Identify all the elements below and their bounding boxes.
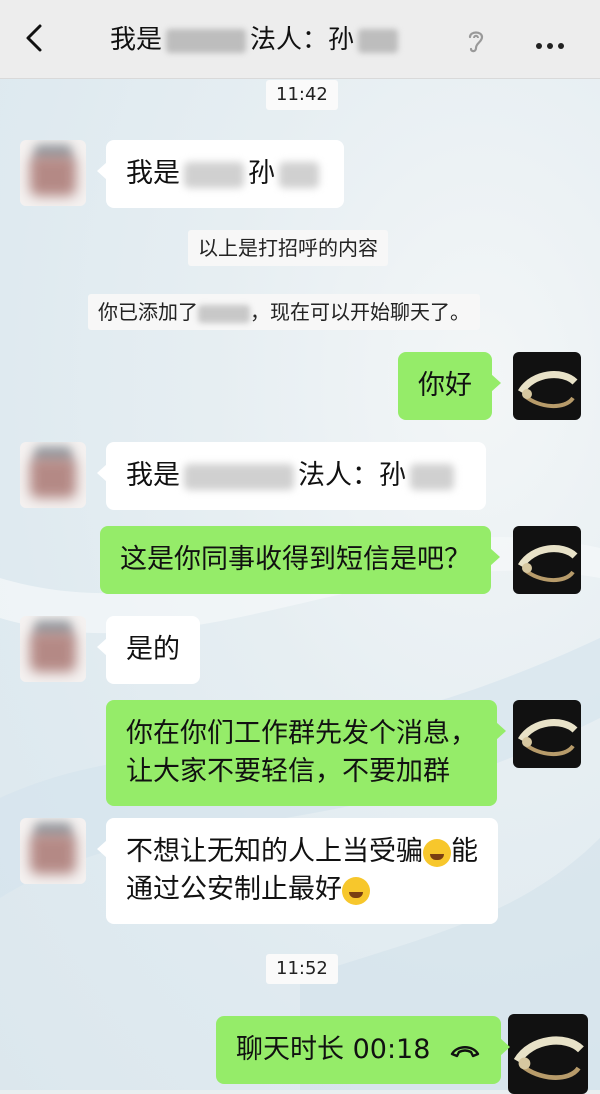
title-prefix: 我是 (110, 25, 163, 55)
timestamp: 11:42 (266, 80, 338, 110)
call-duration-text: 聊天时长 00:18 (236, 1034, 431, 1065)
avatar[interactable] (513, 700, 581, 768)
grinning-emoji (342, 876, 370, 905)
avatar[interactable] (20, 818, 86, 884)
avatar[interactable] (20, 140, 86, 206)
call-duration-bubble[interactable]: 聊天时长 00:18 (216, 1016, 510, 1084)
message-bubble[interactable]: 我是 孙 (97, 140, 344, 208)
chat-title: 我是 法人：孙 (110, 20, 402, 60)
hang-up-icon (450, 1045, 480, 1057)
redacted-name (198, 304, 250, 323)
message-bubble[interactable]: 你好 (398, 352, 501, 420)
avatar[interactable] (20, 616, 86, 682)
redacted-text (184, 463, 294, 490)
timestamp: 11:52 (266, 954, 338, 984)
message-bubble[interactable]: 你在你们工作群先发个消息， 让大家不要轻信，不要加群 (106, 700, 506, 806)
avatar[interactable] (508, 1014, 588, 1094)
avatar[interactable] (513, 526, 581, 594)
message-text: 不想让无知的人上当受骗 (126, 836, 423, 867)
message-text: 我是 (126, 460, 180, 491)
system-message: 你已添加了 ，现在可以开始聊天了。 (88, 294, 480, 330)
message-text: 法人：孙 (298, 460, 406, 491)
message-bubble[interactable]: 这是你同事收得到短信是吧？ (100, 526, 500, 594)
message-bubble[interactable]: 不想让无知的人上当受骗能 通过公安制止最好 (97, 818, 498, 924)
chevron-left-icon[interactable] (18, 20, 54, 56)
message-text: 我是 (126, 158, 180, 189)
message-bubble[interactable]: 我是 法人：孙 (97, 442, 486, 510)
message-text: 能 (451, 836, 478, 867)
message-line: 让大家不要轻信，不要加群 (126, 756, 450, 787)
message-line: 你在你们工作群先发个消息， (126, 718, 477, 749)
redacted-text (279, 161, 319, 188)
system-text: 你已添加了 (98, 300, 198, 324)
message-bubble[interactable]: 是的 (97, 616, 200, 684)
message-text: 通过公安制止最好 (126, 874, 342, 905)
earpiece-icon (468, 31, 484, 53)
message-text: 孙 (248, 158, 275, 189)
title-mid: 法人：孙 (250, 25, 355, 55)
message-line: 不想让无知的人上当受骗能 (126, 833, 478, 871)
crying-laughing-emoji (423, 838, 451, 867)
avatar[interactable] (20, 442, 86, 508)
redacted-name (166, 28, 247, 53)
redacted-text (410, 463, 454, 490)
message-line: 通过公安制止最好 (126, 871, 478, 909)
system-message: 以上是打招呼的内容 (188, 230, 388, 266)
redacted-text (184, 161, 244, 188)
chat-header: 我是 法人：孙 (0, 0, 600, 79)
more-dots-icon[interactable] (536, 34, 569, 53)
system-text: ，现在可以开始聊天了。 (250, 300, 470, 324)
avatar[interactable] (513, 352, 581, 420)
redacted-name (358, 28, 399, 53)
